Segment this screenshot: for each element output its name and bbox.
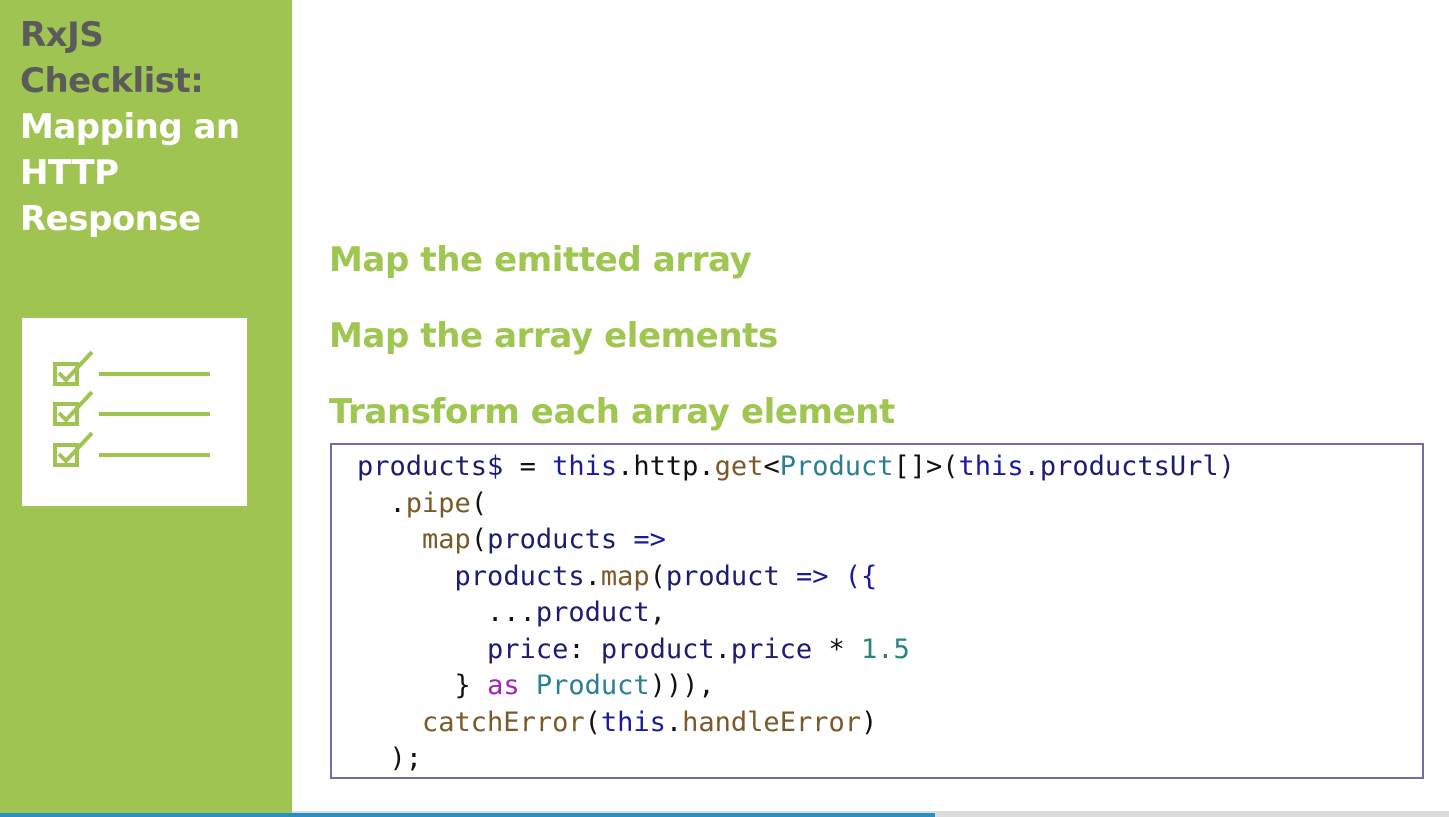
title-line-http: HTTP xyxy=(20,153,119,193)
code-line-4: products.map(product => ({ xyxy=(454,560,878,592)
checklist-point-2: Map the array elements xyxy=(329,316,778,356)
code-line-8: catchError(this.handleError) xyxy=(422,706,878,738)
code-line-6: price: product.price * 1.5 xyxy=(487,633,910,665)
title-line-checklist: Checklist: xyxy=(20,61,204,101)
code-text: products$ = this.http.get<Product[]>(thi… xyxy=(357,449,1235,778)
code-block: products$ = this.http.get<Product[]>(thi… xyxy=(330,443,1424,779)
code-line-3: map(products => xyxy=(422,524,666,555)
code-line-7: } as Product))), xyxy=(454,670,715,701)
title-line-mapping: Mapping an xyxy=(20,107,240,147)
video-progress-bar[interactable] xyxy=(0,811,1449,817)
title-line-rxjs: RxJS xyxy=(20,15,104,55)
code-line-9: ); xyxy=(389,743,423,774)
code-line-1: products$ = this.http.get<Product[]>(thi… xyxy=(357,451,1235,482)
checklist-card xyxy=(22,318,247,506)
title-line-response: Response xyxy=(20,199,201,239)
code-line-2: .pipe( xyxy=(389,487,488,519)
checklist-point-3: Transform each array element xyxy=(329,392,895,432)
sidebar: RxJS Checklist: Mapping an HTTP Response xyxy=(0,0,292,817)
checklist-point-1: Map the emitted array xyxy=(329,240,752,280)
slide-content: Map the emitted array Map the array elem… xyxy=(292,0,1449,817)
code-line-5: ...product, xyxy=(487,597,666,628)
module-title: RxJS Checklist: Mapping an HTTP Response xyxy=(20,12,282,242)
checklist-icon xyxy=(53,350,210,467)
progress-fill xyxy=(0,813,935,817)
